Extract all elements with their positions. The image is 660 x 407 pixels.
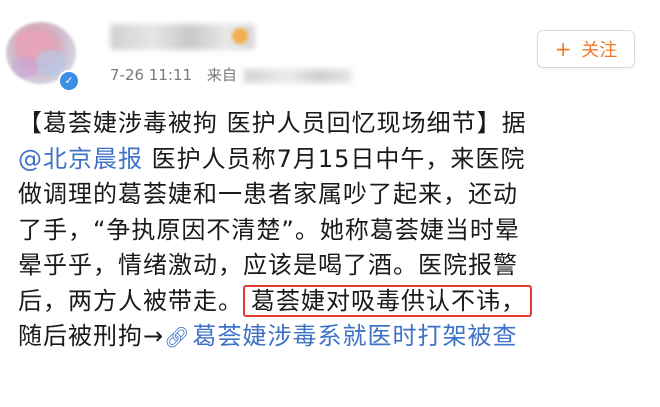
post-time: 7-26 11:11 [110,66,193,84]
follow-label: 关注 [581,40,618,61]
content-line: 随后被刑拘→🔗︎葛荟婕涉毒系就医时打架被查 [18,319,644,355]
plus-icon: + [554,37,572,61]
post-meta: 7-26 11:11 来自 [110,64,352,85]
content-line: 【葛荟婕涉毒被拘 医护人员回忆现场细节】据 [18,109,527,137]
mention-link[interactable]: @北京晨报 [18,145,143,173]
verified-badge-icon: ✓ [58,70,80,92]
follow-button[interactable]: + 关注 [537,30,635,68]
content-line: @北京晨报 医护人员称7月15日中午，来医院 [18,142,644,178]
content-line: 晕乎乎，情绪激动，应该是喝了酒。医院报警 [18,251,518,279]
post-header: ✓ 7-26 11:11 来自 + 关注 [0,0,660,100]
content-text: 随后被刑拘→ [18,322,165,350]
highlighted-text: 葛荟婕对吸毒供认不讳， [243,284,532,317]
post-source-prefix: 来自 [206,66,237,84]
content-line: 了手，“争执原因不清楚”。她称葛荟婕当时晕 [18,215,520,244]
content-text: 医护人员称7月15日中午，来医院 [143,144,526,173]
emoji-icon [232,28,248,44]
post-content: 【葛荟婕涉毒被拘 医护人员回忆现场细节】据 @北京晨报 医护人员称7月15日中午… [18,106,644,355]
content-line: 做调理的葛荟婕和一患者家属吵了起来，还动 [18,180,518,208]
content-text: 后，两方人被带走。 [18,286,243,315]
content-line: 后，两方人被带走。 葛荟婕对吸毒供认不讳， [18,284,644,320]
link-icon: 🔗︎ [164,325,191,349]
post-source-blurred [243,68,352,83]
article-link[interactable]: 🔗︎葛荟婕涉毒系就医时打架被查 [164,322,517,350]
article-link-text: 葛荟婕涉毒系就医时打架被查 [192,322,518,350]
